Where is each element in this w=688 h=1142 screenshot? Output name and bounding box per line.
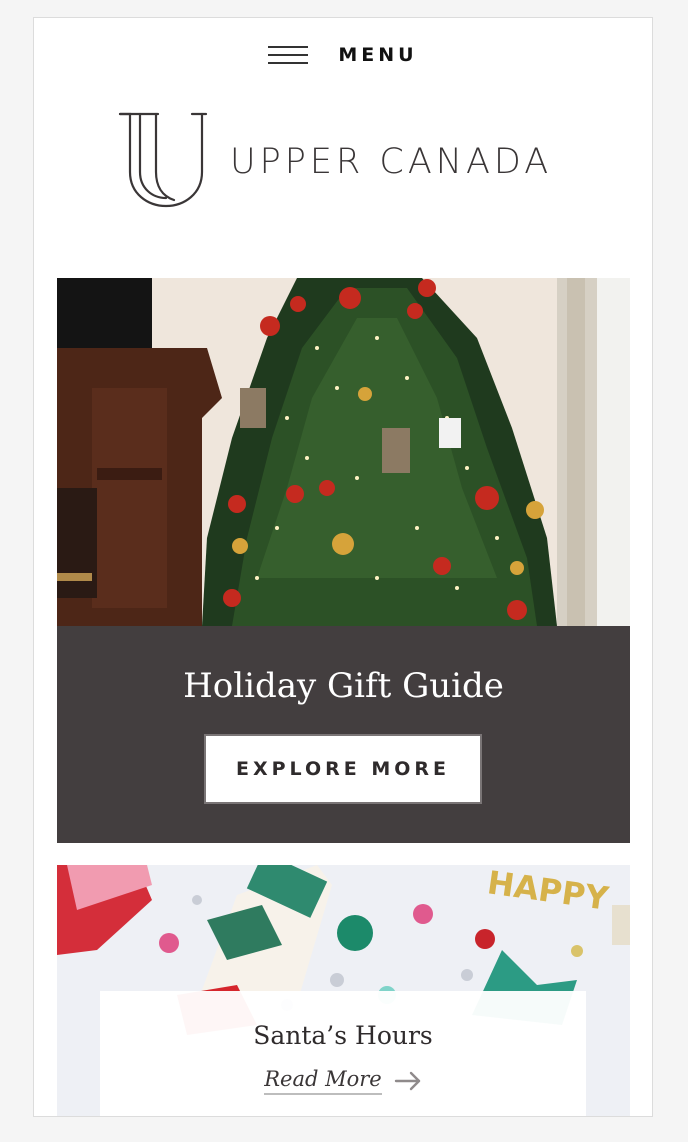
logo-text: UPPER CANADA (230, 142, 553, 182)
explore-more-button[interactable]: EXPLORE MORE (204, 734, 482, 804)
hamburger-icon[interactable] (268, 44, 309, 66)
page-frame: MENU UPPER CANADA Holiday Gift Guide EXP… (33, 17, 653, 1117)
christmas-tree-photo (57, 278, 630, 626)
arrow-right-icon[interactable] (394, 1071, 422, 1091)
hero-image[interactable] (57, 278, 630, 626)
santas-hours-card[interactable]: HAPPY Santa’s Hours Read More (57, 865, 630, 1116)
card-title[interactable]: Santa’s Hours (100, 1021, 586, 1050)
site-logo[interactable]: UPPER CANADA (118, 112, 552, 208)
menu-label[interactable]: MENU (338, 44, 417, 66)
logo-u-icon (118, 112, 208, 208)
menu-toggle[interactable]: MENU (34, 44, 652, 66)
read-more-link-group[interactable]: Read More (100, 1067, 586, 1095)
read-more-link[interactable]: Read More (264, 1067, 382, 1095)
hero-card: Holiday Gift Guide EXPLORE MORE (57, 278, 630, 843)
hero-title: Holiday Gift Guide (183, 666, 504, 706)
card-caption-panel: Santa’s Hours Read More (100, 991, 586, 1116)
